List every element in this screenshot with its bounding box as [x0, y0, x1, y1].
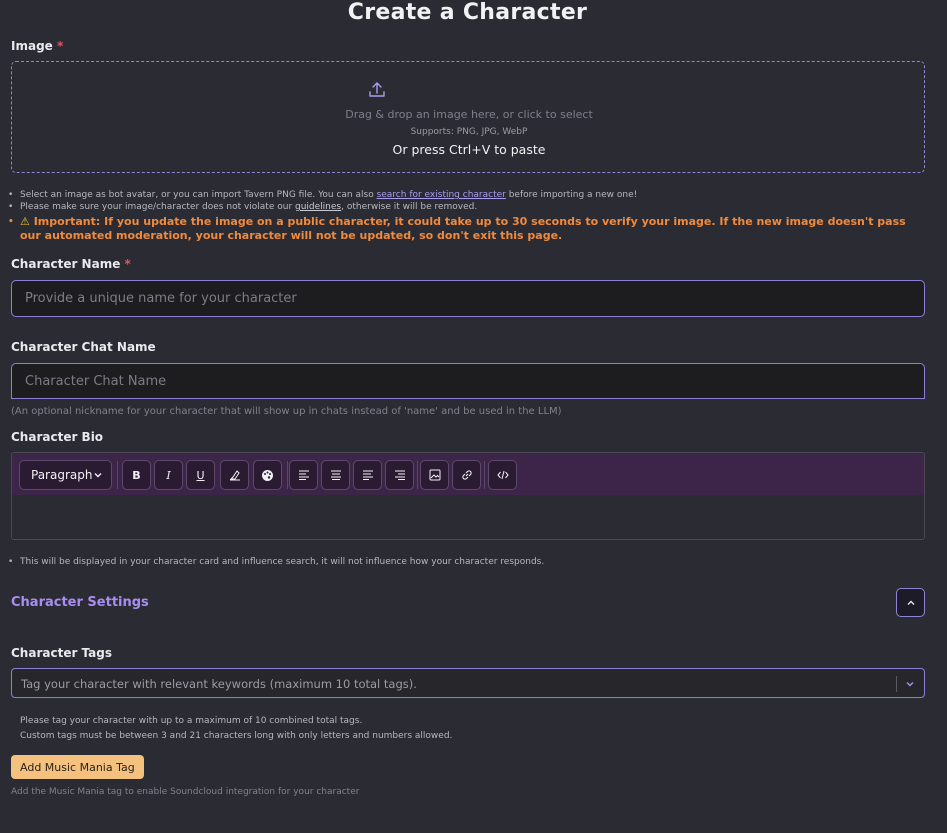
image-notes: Select an image as bot avatar, or you ca… [8, 189, 920, 243]
align-center-button[interactable] [321, 460, 350, 490]
align-right-icon [394, 470, 405, 480]
image-dropzone[interactable]: Drag & drop an image here, or click to s… [11, 61, 925, 173]
bio-note: This will be displayed in your character… [8, 557, 544, 567]
warning-icon: ⚠ [20, 215, 30, 228]
link-icon [461, 470, 472, 480]
editor-toolbar: Paragraph B I U [12, 453, 924, 495]
chevron-up-icon [907, 600, 914, 605]
highlight-button[interactable] [220, 460, 249, 490]
tags-select[interactable]: Tag your character with relevant keyword… [11, 668, 925, 698]
bio-editor[interactable]: Paragraph B I U [11, 452, 925, 540]
tags-help: Please tag your character with up to a m… [20, 716, 453, 741]
required-mark: * [124, 257, 131, 271]
text-color-button[interactable] [253, 460, 282, 490]
chat-name-label: Character Chat Name [11, 340, 156, 354]
upload-icon [369, 82, 385, 97]
chat-name-hint: (An optional nickname for your character… [11, 406, 562, 417]
insert-image-button[interactable] [420, 460, 449, 490]
tags-placeholder: Tag your character with relevant keyword… [21, 677, 417, 691]
character-settings-title: Character Settings [11, 595, 149, 610]
settings-collapse-button[interactable] [896, 588, 925, 617]
supported-formats: Supports: PNG, JPG, WebP [410, 127, 528, 137]
align-left-button[interactable] [289, 460, 318, 490]
image-label: Image * [11, 39, 64, 53]
underline-button[interactable]: U [186, 460, 215, 490]
page-title: Create a Character [347, 0, 588, 25]
bold-button[interactable]: B [122, 460, 151, 490]
add-music-mania-tag-button[interactable]: Add Music Mania Tag [11, 755, 144, 779]
chat-name-input[interactable] [11, 363, 925, 399]
code-view-button[interactable] [488, 460, 517, 490]
dropzone-instructions: Drag & drop an image here, or click to s… [345, 108, 593, 121]
guidelines-link[interactable]: guidelines [295, 202, 341, 212]
music-mania-hint: Add the Music Mania tag to enable Soundc… [11, 787, 360, 797]
chevron-down-icon [94, 473, 102, 478]
align-justify-button[interactable] [353, 460, 382, 490]
align-left-icon [298, 470, 309, 480]
align-center-icon [330, 470, 341, 480]
search-existing-character-link[interactable]: search for existing character [377, 190, 506, 200]
align-justify-icon [362, 470, 373, 480]
insert-link-button[interactable] [452, 460, 481, 490]
image-icon [429, 469, 440, 481]
bio-label: Character Bio [11, 430, 104, 444]
note-guidelines: Please make sure your image/character do… [8, 201, 920, 213]
required-mark: * [56, 39, 64, 53]
paragraph-select[interactable]: Paragraph [19, 460, 112, 490]
tags-divider [896, 676, 897, 692]
italic-button[interactable]: I [154, 460, 183, 490]
tags-label: Character Tags [11, 646, 113, 660]
palette-icon [262, 469, 273, 481]
character-name-input[interactable] [11, 280, 925, 317]
highlighter-icon [229, 470, 240, 481]
code-icon [496, 470, 509, 480]
paste-hint: Or press Ctrl+V to paste [392, 142, 546, 157]
chevron-down-icon[interactable] [904, 678, 916, 690]
align-right-button[interactable] [385, 460, 414, 490]
important-warning: ⚠ Important: If you update the image on … [8, 215, 920, 243]
character-name-label: Character Name * [11, 257, 131, 271]
note-import: Select an image as bot avatar, or you ca… [8, 189, 920, 201]
